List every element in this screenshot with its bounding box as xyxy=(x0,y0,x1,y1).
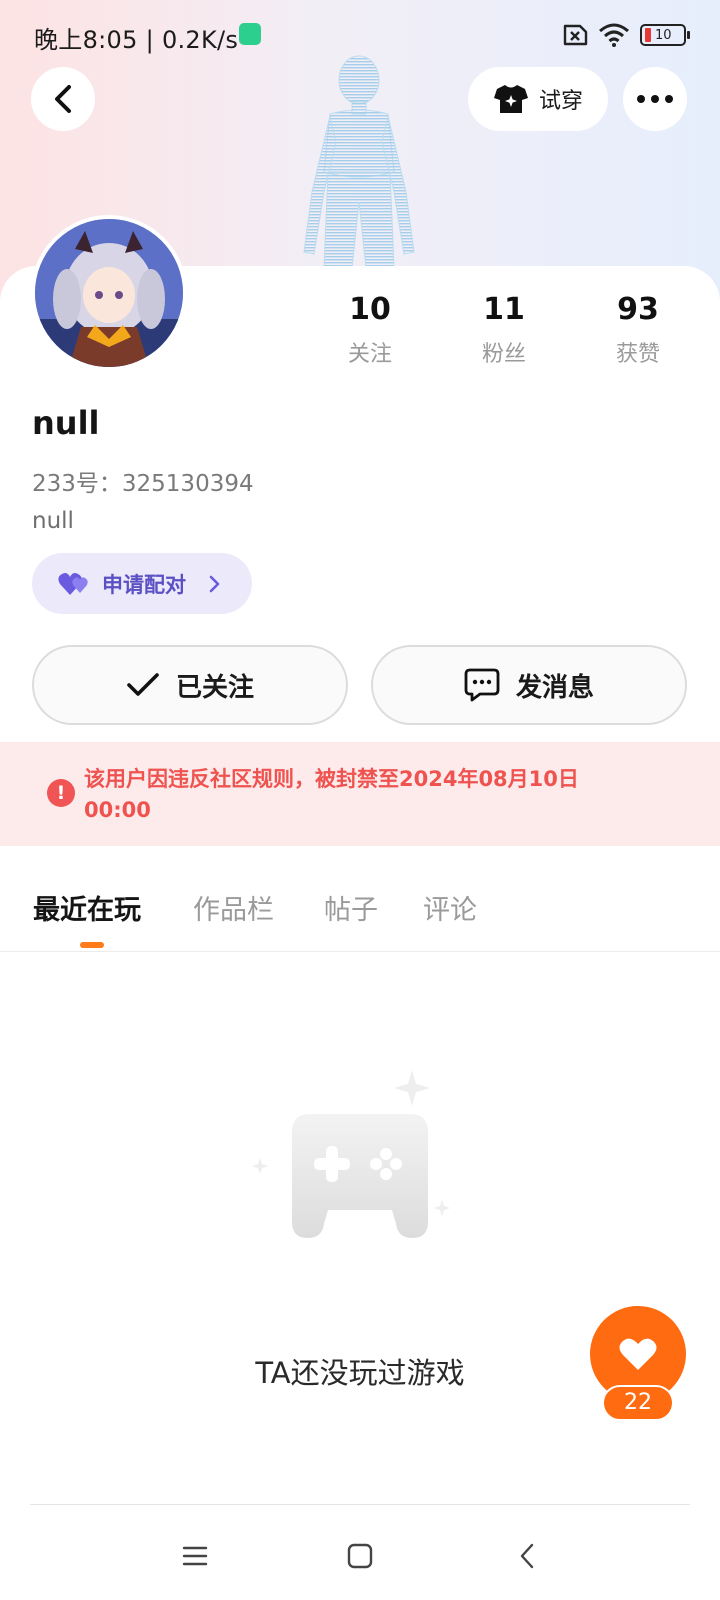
chat-bubble-icon xyxy=(464,668,500,702)
stat-label: 粉丝 xyxy=(481,342,526,367)
try-on-label: 试穿 xyxy=(538,89,583,114)
chevron-right-icon xyxy=(209,575,220,592)
stat-value: 93 xyxy=(617,292,659,327)
tshirt-icon xyxy=(493,85,528,113)
tab-recently-played[interactable]: 最近在玩 xyxy=(33,888,141,927)
status-bar: 晚上8:05 | 0.2K/s 10 xyxy=(0,0,720,70)
heart-icon xyxy=(619,1338,657,1370)
battery-icon: 10 xyxy=(640,24,690,46)
send-message-label: 发消息 xyxy=(515,672,594,703)
checkmark-icon xyxy=(127,673,159,696)
like-count-badge: 22 xyxy=(602,1385,674,1421)
gamepad-icon xyxy=(252,1070,450,1238)
stat-following[interactable]: 10 关注 xyxy=(315,290,425,368)
active-tab-indicator xyxy=(80,942,104,948)
stat-followers[interactable]: 11 粉丝 xyxy=(449,290,559,368)
followed-button[interactable]: 已关注 xyxy=(32,645,348,725)
app-notification-icon xyxy=(239,23,261,45)
more-dots-icon xyxy=(637,95,673,103)
try-on-button[interactable]: 试穿 xyxy=(468,67,608,131)
double-heart-icon xyxy=(58,572,88,595)
stat-likes[interactable]: 93 获赞 xyxy=(583,290,693,368)
send-message-button[interactable]: 发消息 xyxy=(371,645,687,725)
nav-back-icon xyxy=(520,1543,534,1569)
request-pairing-label: 申请配对 xyxy=(102,572,186,597)
tab-posts[interactable]: 帖子 xyxy=(324,888,378,927)
square-home-icon xyxy=(347,1543,373,1569)
user-id: 233号：325130394 xyxy=(32,471,254,497)
tab-works[interactable]: 作品栏 xyxy=(193,888,274,927)
nav-back-button[interactable] xyxy=(507,1536,547,1576)
username: null xyxy=(32,404,100,442)
request-pairing-button[interactable]: 申请配对 xyxy=(32,553,252,614)
avatar-hologram-figure xyxy=(303,55,415,268)
anime-avatar-image xyxy=(35,219,183,367)
user-bio: null xyxy=(32,508,74,534)
stat-label: 关注 xyxy=(347,342,392,367)
stat-value: 10 xyxy=(349,292,391,327)
profile-tabs: 最近在玩 作品栏 帖子 评论 xyxy=(0,880,720,952)
nav-home-button[interactable] xyxy=(340,1536,380,1576)
status-indicators: 10 xyxy=(560,20,690,50)
warning-icon: ! xyxy=(47,779,75,807)
ban-notice-text: 该用户因违反社区规则，被封禁至2024年08月10日 00:00 xyxy=(84,767,579,822)
back-button[interactable] xyxy=(31,67,95,131)
battery-level: 10 xyxy=(655,27,672,43)
followed-label: 已关注 xyxy=(175,672,254,703)
sim-off-icon xyxy=(563,24,588,46)
avatar[interactable] xyxy=(31,215,187,371)
nav-divider xyxy=(30,1504,690,1505)
system-navigation-bar xyxy=(0,1510,720,1600)
stat-value: 11 xyxy=(483,292,525,327)
more-options-button[interactable] xyxy=(623,67,687,131)
tab-comments[interactable]: 评论 xyxy=(423,888,477,927)
status-time: 晚上8:05 | 0.2K/s xyxy=(34,26,239,54)
nav-menu-button[interactable] xyxy=(175,1536,215,1576)
menu-icon xyxy=(182,1546,208,1566)
chevron-left-icon xyxy=(55,85,71,113)
stat-label: 获赞 xyxy=(615,342,660,367)
wifi-icon xyxy=(599,23,629,47)
